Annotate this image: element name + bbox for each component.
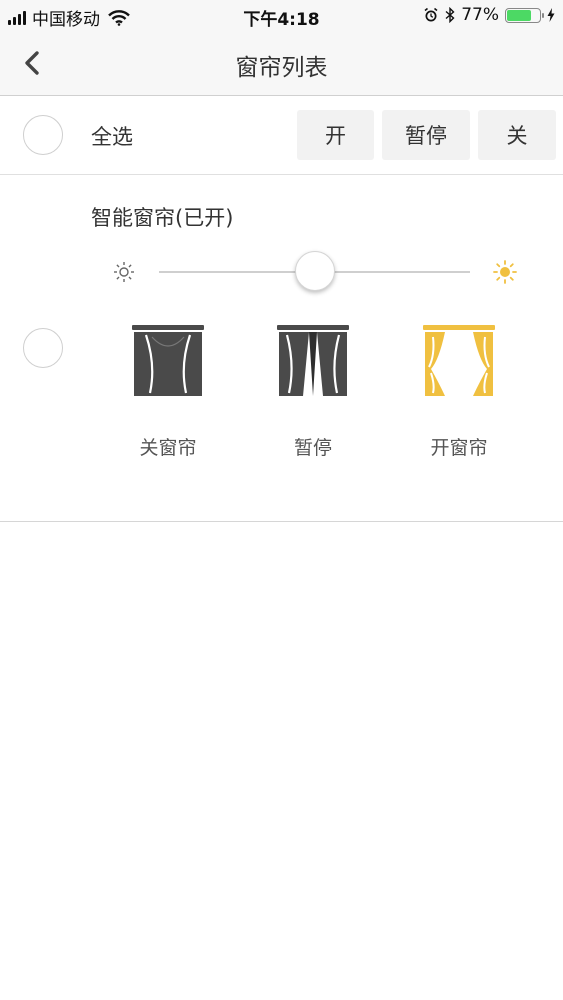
- curtain-open-icon: [423, 325, 495, 396]
- sun-filled-icon: [493, 260, 517, 284]
- open-curtain-control[interactable]: 开窗帘: [414, 325, 504, 460]
- battery-icon: [505, 7, 544, 23]
- close-curtain-label: 关窗帘: [139, 437, 197, 459]
- curtain-card: 智能窗帘(已开) 关窗帘 暂停 开窗帘: [0, 175, 563, 522]
- alarm-icon: [424, 7, 438, 22]
- curtain-closed-icon: [132, 325, 204, 396]
- battery-percent: 77%: [461, 5, 499, 25]
- close-curtain-control[interactable]: 关窗帘: [123, 325, 213, 460]
- pause-curtain-control[interactable]: 暂停: [268, 325, 358, 460]
- curtain-paused-icon: [277, 325, 349, 396]
- close-all-button[interactable]: 关: [478, 110, 556, 160]
- status-bar: 中国移动 下午4:18 77%: [0, 0, 563, 30]
- device-select-checkbox[interactable]: [23, 328, 63, 368]
- device-name: 智能窗帘(已开): [91, 206, 234, 230]
- open-curtain-label: 开窗帘: [430, 437, 488, 459]
- bluetooth-icon: [445, 7, 455, 23]
- select-all-checkbox[interactable]: [23, 115, 63, 155]
- select-all-label: 全选: [91, 125, 133, 149]
- charging-icon: [547, 8, 555, 22]
- page-title: 窗帘列表: [235, 55, 328, 81]
- select-all-row: 全选 开 暂停 关: [0, 96, 563, 175]
- status-right: 77%: [423, 5, 555, 25]
- nav-bar: 窗帘列表: [0, 30, 563, 96]
- pause-all-button[interactable]: 暂停: [382, 110, 470, 160]
- pause-curtain-label: 暂停: [293, 437, 332, 459]
- brightness-slider-thumb[interactable]: [294, 251, 335, 291]
- open-all-button[interactable]: 开: [297, 110, 374, 160]
- sun-outline-icon: [114, 262, 134, 282]
